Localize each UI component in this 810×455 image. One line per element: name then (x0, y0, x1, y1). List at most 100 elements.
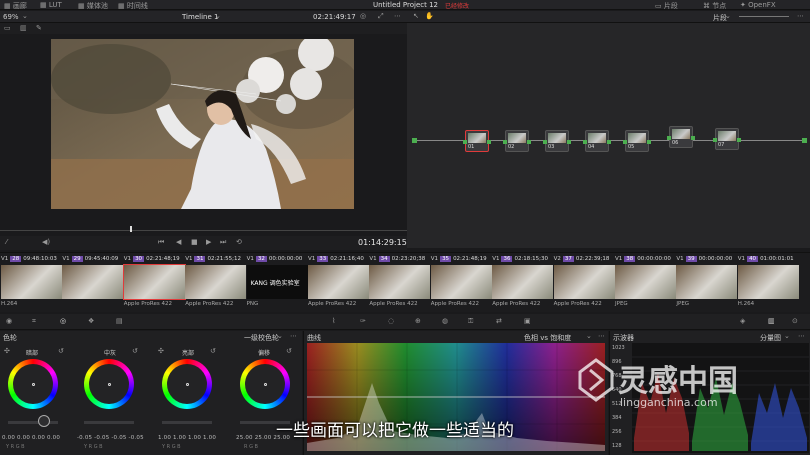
node-04[interactable]: 04 (583, 130, 611, 152)
tab-lut[interactable]: ▦ LUT (40, 1, 62, 9)
master-wheel-gain[interactable] (162, 421, 212, 424)
layout-icon[interactable]: ▭ (4, 24, 11, 32)
pointer-icon[interactable]: ↖ (413, 12, 419, 20)
curves-more-icon[interactable]: ⋯ (598, 332, 605, 340)
highlight-icon[interactable]: ✎ (36, 24, 42, 32)
node-more-icon[interactable]: ⋯ (797, 12, 804, 20)
clip-thumbnail[interactable]: V1 33 02:21:16;40 Apple ProRes 422 (308, 255, 369, 310)
node-06[interactable]: 06 (667, 126, 695, 148)
zoom-level[interactable]: 69% (3, 13, 19, 21)
more-icon[interactable]: ⋯ (394, 12, 401, 20)
reset-gamma-icon[interactable]: ↺ (132, 347, 138, 355)
timeline-name[interactable]: Timeline 1 (182, 13, 218, 21)
color-match-icon[interactable]: ⌗ (32, 317, 36, 326)
tab-timeline[interactable]: ▦ 时间线 (118, 1, 148, 11)
curves-mode[interactable]: 色相 vs 饱和度 (524, 333, 571, 343)
wheel-center[interactable] (186, 383, 189, 386)
tracker-icon[interactable]: ⊕ (415, 317, 421, 325)
scrub-bar[interactable] (0, 230, 407, 231)
picker-gain-icon[interactable]: ✣ (158, 347, 164, 355)
hdr-icon[interactable]: ❖ (88, 317, 94, 325)
compare-icon[interactable]: ◎ (360, 12, 366, 20)
clip-thumbnail[interactable]: V1 40 01:00:01:01 H.264 (737, 255, 799, 310)
tab-clips[interactable]: ▭ 片段 (655, 1, 678, 11)
node-mode-dropdown-icon[interactable]: ⌄ (725, 12, 731, 20)
master-wheel-lift[interactable] (8, 421, 58, 424)
audio-icon[interactable]: ◀) (42, 238, 50, 246)
picker-icon[interactable]: ✣ (4, 347, 10, 355)
clip-thumbnail[interactable]: V1 31 02:21:55;12 Apple ProRes 422 (185, 255, 247, 310)
key-icon[interactable]: ⚿ (468, 317, 473, 326)
rgb-mixer-icon[interactable]: ▤ (116, 317, 123, 325)
wheel-lift[interactable] (8, 359, 58, 409)
clip-codec: Apple ProRes 422 (185, 301, 234, 307)
scope-mode[interactable]: 分量图 (760, 333, 781, 343)
node-02[interactable]: 02 (503, 130, 531, 152)
playhead-marker[interactable] (130, 226, 132, 232)
hand-icon[interactable]: ✋ (425, 12, 434, 20)
info-icon[interactable]: ◈ (740, 317, 745, 325)
node-03[interactable]: 03 (543, 130, 571, 152)
scope-icon[interactable]: ▥ (768, 317, 775, 325)
wheel-gain[interactable] (162, 359, 212, 409)
zoom-dropdown-icon[interactable]: ⌄ (22, 12, 28, 20)
clip-thumbnail[interactable]: V1 36 02:18:15;30 Apple ProRes 422 (492, 255, 554, 310)
reverse-icon[interactable]: ◀ (176, 238, 181, 246)
clip-thumbnail[interactable]: V1 39 00:00:00:00 JPEG (676, 255, 738, 310)
settings-icon[interactable]: ⊙ (792, 317, 798, 325)
master-wheel-gamma[interactable] (84, 421, 134, 424)
wheels-more-icon[interactable]: ⋯ (290, 332, 297, 340)
lift-knob[interactable] (38, 415, 50, 427)
stop-icon[interactable]: ■ (191, 238, 198, 246)
curves-mode-dropdown-icon[interactable]: ⌄ (586, 332, 592, 340)
clip-thumbnail[interactable]: V1 30 02:21:48;19 Apple ProRes 422 (122, 255, 186, 310)
color-wheels-icon[interactable]: ◎ (60, 317, 66, 325)
clip-thumbnail[interactable]: V1 29 09:45:40:09 (62, 255, 124, 310)
reset-offset-icon[interactable]: ↺ (286, 347, 292, 355)
wheel-center[interactable] (264, 383, 267, 386)
tab-openfx[interactable]: ✦ OpenFX (740, 1, 776, 9)
camera-raw-icon[interactable]: ◉ (6, 317, 12, 325)
node-zoom-slider[interactable] (739, 16, 789, 17)
scope-more-icon[interactable]: ⋯ (798, 332, 805, 340)
wheel-offset[interactable] (240, 359, 290, 409)
lift-values[interactable]: 0.00 0.00 0.00 0.00 (2, 435, 60, 441)
clip-thumbnail[interactable]: V1 32 00:00:00:00 KANG 调色实验室 PNG (246, 255, 308, 310)
node-01[interactable]: 01 (463, 130, 491, 152)
curves-icon[interactable]: ⌇ (332, 317, 335, 325)
wipe-icon[interactable]: ▥ (20, 24, 27, 32)
fullscreen-icon[interactable]: ⤢ (378, 12, 384, 21)
reset-lift-icon[interactable]: ↺ (58, 347, 64, 355)
3d-icon[interactable]: ▣ (524, 317, 531, 325)
jump-end-icon[interactable]: ⏭ (220, 238, 226, 247)
tab-nodes[interactable]: ⌘ 节点 (703, 1, 726, 11)
wheel-center[interactable] (32, 383, 35, 386)
node-05[interactable]: 05 (623, 130, 651, 152)
node-07[interactable]: 07 (713, 128, 741, 150)
clip-thumbnail[interactable]: V1 28 09:48:10:03 H.264 (1, 255, 62, 310)
blur-icon[interactable]: ◍ (442, 317, 448, 325)
timeline-dropdown-icon[interactable]: ⌄ (215, 12, 221, 20)
wheel-center[interactable] (108, 383, 111, 386)
jump-start-icon[interactable]: ⏮ (158, 238, 164, 247)
gamma-values[interactable]: -0.05 -0.05 -0.05 -0.05 (77, 435, 144, 441)
clip-thumbnail[interactable]: V1 35 02:21:48;19 Apple ProRes 422 (430, 255, 492, 310)
scope-mode-dropdown-icon[interactable]: ⌄ (784, 332, 790, 340)
reset-gain-icon[interactable]: ↺ (210, 347, 216, 355)
node-thumbnail (672, 129, 690, 139)
wheels-mode[interactable]: 一级校色轮 (244, 333, 279, 343)
qualifier-icon[interactable]: ✑ (360, 317, 366, 325)
wheels-mode-dropdown-icon[interactable]: ⌄ (277, 332, 283, 340)
play-icon[interactable]: ▶ (206, 238, 211, 246)
window-icon[interactable]: ◌ (388, 317, 394, 325)
sizing-icon[interactable]: ⇄ (496, 317, 502, 325)
tab-media-pool[interactable]: ▦ 媒体池 (78, 1, 108, 11)
clip-thumbnail[interactable]: V1 38 00:00:00:00 JPEG (615, 255, 676, 310)
tab-gallery[interactable]: ▦ 画廊 (4, 1, 27, 11)
eyedropper-icon[interactable]: ⁄ (6, 238, 7, 246)
gain-values[interactable]: 1.00 1.00 1.00 1.00 (158, 435, 216, 441)
clip-thumbnail[interactable]: V2 37 02:22:39;18 Apple ProRes 422 (553, 255, 615, 310)
clip-thumbnail[interactable]: V1 34 02:23:20;38 Apple ProRes 422 (369, 255, 431, 310)
wheel-gamma[interactable] (84, 359, 134, 409)
loop-icon[interactable]: ⟲ (236, 238, 242, 246)
